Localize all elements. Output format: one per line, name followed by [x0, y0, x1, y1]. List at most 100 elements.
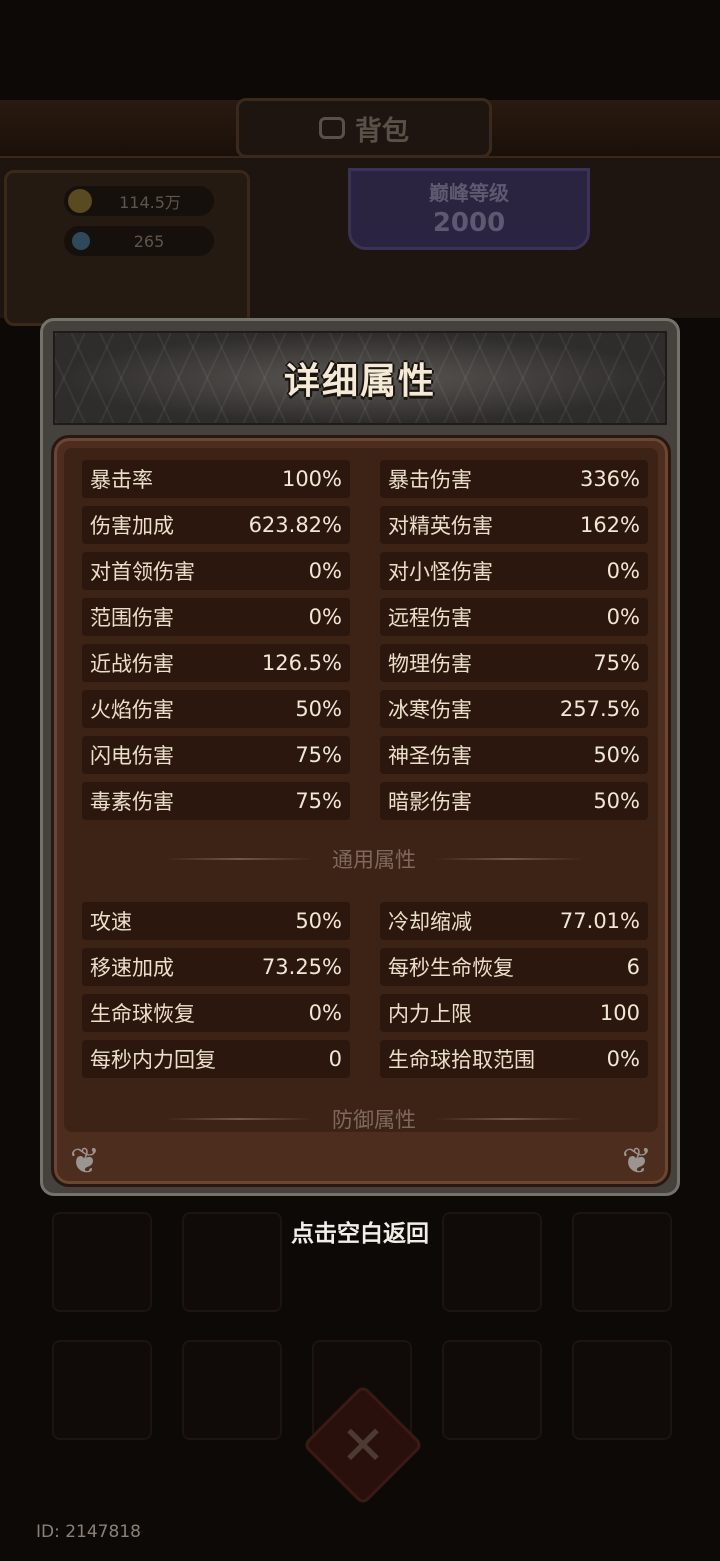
- stat-row: 对首领伤害 0%: [82, 552, 350, 590]
- stat-label: 暴击伤害: [388, 468, 472, 492]
- stat-value: 100%: [281, 467, 342, 491]
- stat-row: 物理伤害 75%: [380, 644, 648, 682]
- window-title: 背包: [355, 115, 409, 147]
- stat-value: 0%: [606, 605, 640, 629]
- stat-label: 范围伤害: [90, 606, 174, 630]
- stat-label: 暴击率: [90, 468, 153, 492]
- stat-value: 6: [626, 955, 640, 979]
- stat-value: 336%: [579, 467, 640, 491]
- stat-row: 移速加成 73.25%: [82, 948, 350, 986]
- stat-label: 每秒生命恢复: [388, 956, 514, 980]
- gem-icon: [72, 232, 90, 250]
- divider-line: [164, 858, 314, 860]
- stat-label: 对精英伤害: [388, 514, 493, 538]
- peak-level-banner: 巅峰等级 2000: [348, 168, 590, 250]
- stat-label: 内力上限: [388, 1002, 472, 1026]
- inventory-slot: [182, 1340, 282, 1440]
- defense-section-header: 防御属性: [104, 1104, 644, 1134]
- stat-label: 对小怪伤害: [388, 560, 493, 584]
- stat-value: 73.25%: [261, 955, 342, 979]
- stat-row: 对小怪伤害 0%: [380, 552, 648, 590]
- stat-value: 50%: [593, 743, 640, 767]
- stat-row: 远程伤害 0%: [380, 598, 648, 636]
- general-stats-grid: 攻速 50% 冷却缩减 77.01% 移速加成 73.25% 每秒生命恢复 6 生命球恢复 0% 内…: [82, 902, 648, 1078]
- close-icon: ✕: [340, 1413, 386, 1477]
- stat-row: 生命球拾取范围 0%: [380, 1040, 648, 1078]
- stat-row: 攻速 50%: [82, 902, 350, 940]
- stat-row: 范围伤害 0%: [82, 598, 350, 636]
- inventory-slot: [442, 1340, 542, 1440]
- stat-value: 0%: [308, 605, 342, 629]
- gem-amount: 265: [133, 231, 165, 251]
- corner-ornament-right-icon: ❦: [621, 1141, 653, 1182]
- user-id: ID: 2147818: [36, 1522, 141, 1542]
- stat-row: 闪电伤害 75%: [82, 736, 350, 774]
- general-section-header: 通用属性: [104, 844, 644, 874]
- attributes-panel: 暴击率 100% 暴击伤害 336% 伤害加成 623.82% 对精英伤害 162% 对首领伤害…: [51, 435, 671, 1187]
- stat-row: 内力上限 100: [380, 994, 648, 1032]
- stat-row: 冷却缩减 77.01%: [380, 902, 648, 940]
- stat-label: 物理伤害: [388, 652, 472, 676]
- stat-row: 生命球恢复 0%: [82, 994, 350, 1032]
- divider-line: [434, 1118, 584, 1120]
- stat-label: 暗影伤害: [388, 790, 472, 814]
- stat-label: 对首领伤害: [90, 560, 195, 584]
- gold-amount: 114.5万: [119, 193, 181, 212]
- stat-label: 近战伤害: [90, 652, 174, 676]
- stat-label: 冰寒伤害: [388, 698, 472, 722]
- stat-label: 远程伤害: [388, 606, 472, 630]
- modal-title: 详细属性: [283, 361, 436, 402]
- stat-value: 75%: [593, 651, 640, 675]
- tap-blank-to-return[interactable]: 点击空白返回: [0, 1214, 720, 1248]
- stat-row: 暴击率 100%: [82, 460, 350, 498]
- stat-row: 火焰伤害 50%: [82, 690, 350, 728]
- stat-value: 0%: [308, 559, 342, 583]
- stat-value: 75%: [295, 743, 342, 767]
- stat-value: 0%: [606, 1047, 640, 1071]
- stat-label: 生命球拾取范围: [388, 1048, 535, 1072]
- stat-row: 对精英伤害 162%: [380, 506, 648, 544]
- peak-level-label: 巅峰等级: [429, 181, 509, 205]
- stat-label: 攻速: [90, 910, 132, 934]
- stat-row: 神圣伤害 50%: [380, 736, 648, 774]
- stat-label: 火焰伤害: [90, 698, 174, 722]
- stat-row: 每秒内力回复 0: [82, 1040, 350, 1078]
- corner-ornament-left-icon: ❦: [69, 1141, 101, 1182]
- stat-label: 闪电伤害: [90, 744, 174, 768]
- inventory-slot: [52, 1340, 152, 1440]
- stat-value: 0%: [308, 1001, 342, 1025]
- stat-row: 伤害加成 623.82%: [82, 506, 350, 544]
- backpack-icon: [319, 117, 345, 139]
- stat-value: 50%: [295, 697, 342, 721]
- stat-value: 75%: [295, 789, 342, 813]
- stat-row: 暴击伤害 336%: [380, 460, 648, 498]
- gem-currency: 265: [64, 226, 214, 256]
- stat-value: 126.5%: [261, 651, 342, 675]
- stat-value: 77.01%: [559, 909, 640, 933]
- stat-label: 移速加成: [90, 956, 174, 980]
- stat-value: 0%: [606, 559, 640, 583]
- stat-row: 冰寒伤害 257.5%: [380, 690, 648, 728]
- general-section-title: 通用属性: [332, 848, 416, 872]
- stat-row: 暗影伤害 50%: [380, 782, 648, 820]
- peak-level-value: 2000: [432, 208, 506, 238]
- stat-value: 257.5%: [559, 697, 640, 721]
- detail-attributes-modal: 详细属性 暴击率 100% 暴击伤害 336% 伤害加成 623.82% 对精英伤害 162%…: [40, 318, 680, 1196]
- stat-value: 162%: [579, 513, 640, 537]
- gold-coin-icon: [68, 189, 92, 213]
- attack-stats-grid: 暴击率 100% 暴击伤害 336% 伤害加成 623.82% 对精英伤害 162% 对首领伤害…: [82, 460, 648, 820]
- modal-header: 详细属性: [53, 331, 667, 425]
- window-title-plate: 背包: [236, 98, 492, 158]
- stat-label: 伤害加成: [90, 514, 174, 538]
- divider-line: [164, 1118, 314, 1120]
- stat-label: 神圣伤害: [388, 744, 472, 768]
- stat-label: 冷却缩减: [388, 910, 472, 934]
- stat-row: 每秒生命恢复 6: [380, 948, 648, 986]
- stat-value: 50%: [295, 909, 342, 933]
- stat-row: 毒素伤害 75%: [82, 782, 350, 820]
- divider-line: [434, 858, 584, 860]
- stat-value: 50%: [593, 789, 640, 813]
- stat-value: 100: [599, 1001, 640, 1025]
- gold-currency: 114.5万: [64, 186, 214, 216]
- stat-row: 近战伤害 126.5%: [82, 644, 350, 682]
